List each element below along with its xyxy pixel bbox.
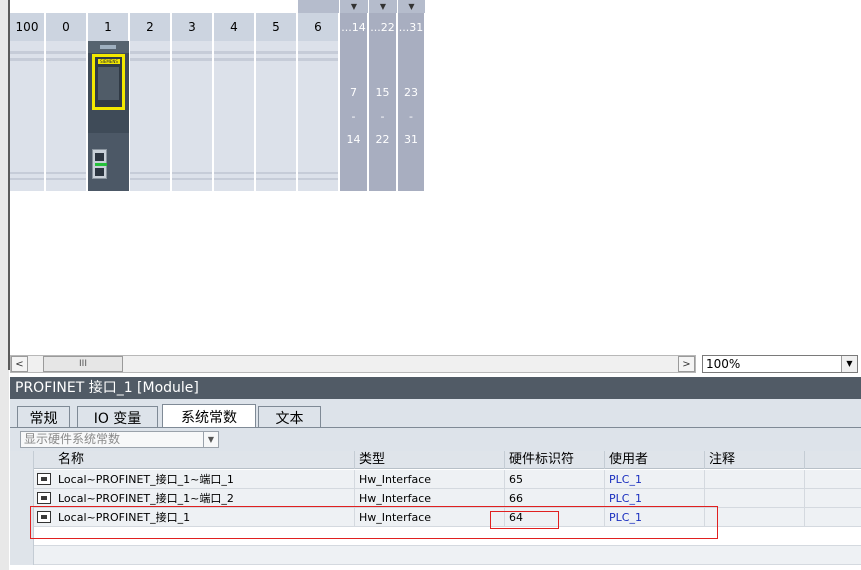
expansion-range-start: 23 (404, 86, 418, 99)
expansion-range-start: 7 (350, 86, 357, 99)
chevron-down-icon: ▼ (408, 1, 415, 11)
column-header-comment[interactable]: 注释 (705, 451, 805, 469)
horizontal-scrollbar[interactable]: < III > (10, 355, 696, 373)
rack-top-tab[interactable]: ▼ (340, 0, 368, 13)
hardware-constant-icon (37, 492, 51, 504)
row-selector[interactable] (10, 546, 34, 565)
expansion-range-end: 14 (346, 133, 361, 146)
scroll-thumb[interactable]: III (43, 356, 123, 372)
column-header-hw-id[interactable]: 硬件标识符 (505, 451, 605, 469)
rack-top-tab[interactable]: ▼ (369, 0, 397, 13)
expansion-range-end: 22 (375, 133, 390, 146)
rack-slot-5[interactable] (256, 41, 297, 191)
slot-header: 2 (130, 13, 171, 41)
scroll-left-button[interactable]: < (11, 356, 28, 372)
tab-texts[interactable]: 文本 (258, 406, 321, 428)
rack-slot-100[interactable] (10, 41, 45, 191)
expansion-range-dash: - (380, 110, 385, 123)
cell-name: Local~PROFINET_接口_1~端口_1 (54, 470, 355, 489)
slot-header: 1 (88, 13, 129, 41)
highlight-box-row (30, 506, 718, 539)
profinet-port-icon[interactable] (92, 149, 107, 179)
zoom-select[interactable]: 100% ▼ (702, 355, 858, 373)
expansion-range-end: 31 (404, 133, 418, 146)
tab-system-constants[interactable]: 系统常数 (162, 404, 256, 428)
table-header: 名称 类型 硬件标识符 使用者 注释 (10, 451, 861, 470)
ethernet-port-icon (95, 168, 104, 176)
module-display (98, 67, 119, 100)
cell-comment[interactable] (705, 508, 805, 527)
cell-comment[interactable] (705, 489, 805, 508)
module-logo: SIEMENS (98, 59, 120, 64)
chevron-down-icon: ▼ (379, 1, 387, 11)
scroll-right-button[interactable]: > (678, 356, 695, 372)
expansion-header[interactable]: ...14 (340, 13, 368, 41)
expansion-range-start: 15 (375, 86, 390, 99)
status-led-icon (100, 45, 116, 49)
rack-slot-4[interactable] (214, 41, 255, 191)
rack-slot-6[interactable] (298, 41, 339, 191)
expansion-header[interactable]: ...31 (398, 13, 425, 41)
column-header-name[interactable]: 名称 (54, 451, 355, 469)
expansion-column[interactable]: 7 - 14 (340, 41, 368, 191)
link-led-icon (95, 163, 107, 166)
rack-top-tab (298, 0, 339, 13)
rack-slot-2[interactable] (130, 41, 171, 191)
expansion-column[interactable]: 23 - 31 (398, 41, 425, 191)
chevron-down-icon[interactable]: ▼ (203, 432, 218, 447)
expansion-header[interactable]: ...22 (369, 13, 397, 41)
cell-comment[interactable] (705, 470, 805, 489)
filter-label: 显示硬件系统常数 (24, 432, 121, 446)
rack-slot-0[interactable] (46, 41, 87, 191)
cpu-module[interactable]: SIEMENS (88, 41, 129, 191)
chevron-down-icon: ▼ (350, 1, 358, 11)
cell-type: Hw_Interface (355, 470, 505, 489)
rack-slot-3[interactable] (172, 41, 213, 191)
tab-general[interactable]: 常规 (17, 406, 70, 428)
expansion-range-dash: - (351, 110, 356, 123)
zoom-value: 100% (706, 357, 741, 371)
highlight-box-hw-id (490, 511, 559, 529)
slot-header: 4 (214, 13, 255, 41)
cell-hw-id: 65 (505, 470, 605, 489)
table-row[interactable]: Local~PROFINET_接口_1~端口_1 Hw_Interface 65… (10, 470, 861, 489)
slot-header: 0 (46, 13, 87, 41)
expansion-column[interactable]: 15 - 22 (369, 41, 397, 191)
module-top (88, 41, 129, 53)
table-row-empty[interactable] (10, 546, 861, 565)
slot-header: 6 (298, 13, 339, 41)
tab-io-tags[interactable]: IO 变量 (77, 406, 158, 428)
slot-header: 5 (256, 13, 297, 41)
column-header-used-by[interactable]: 使用者 (605, 451, 705, 469)
row-header-corner (10, 451, 34, 470)
expansion-range-dash: - (409, 110, 413, 123)
row-selector[interactable] (10, 470, 34, 489)
slot-header: 100 (10, 13, 45, 41)
tab-divider (10, 427, 861, 428)
ethernet-port-icon (95, 153, 104, 161)
column-header-type[interactable]: 类型 (355, 451, 505, 469)
module-front-panel: SIEMENS (92, 54, 125, 110)
cell-used-by[interactable]: PLC_1 (605, 470, 705, 489)
rack-top-tab[interactable]: ▼ (398, 0, 425, 13)
hardware-constant-icon (37, 473, 51, 485)
constants-filter-dropdown[interactable]: 显示硬件系统常数 ▼ (20, 431, 219, 448)
panel-title: PROFINET 接口_1 [Module] (10, 377, 861, 399)
slot-header: 3 (172, 13, 213, 41)
chevron-down-icon[interactable]: ▼ (841, 356, 857, 372)
